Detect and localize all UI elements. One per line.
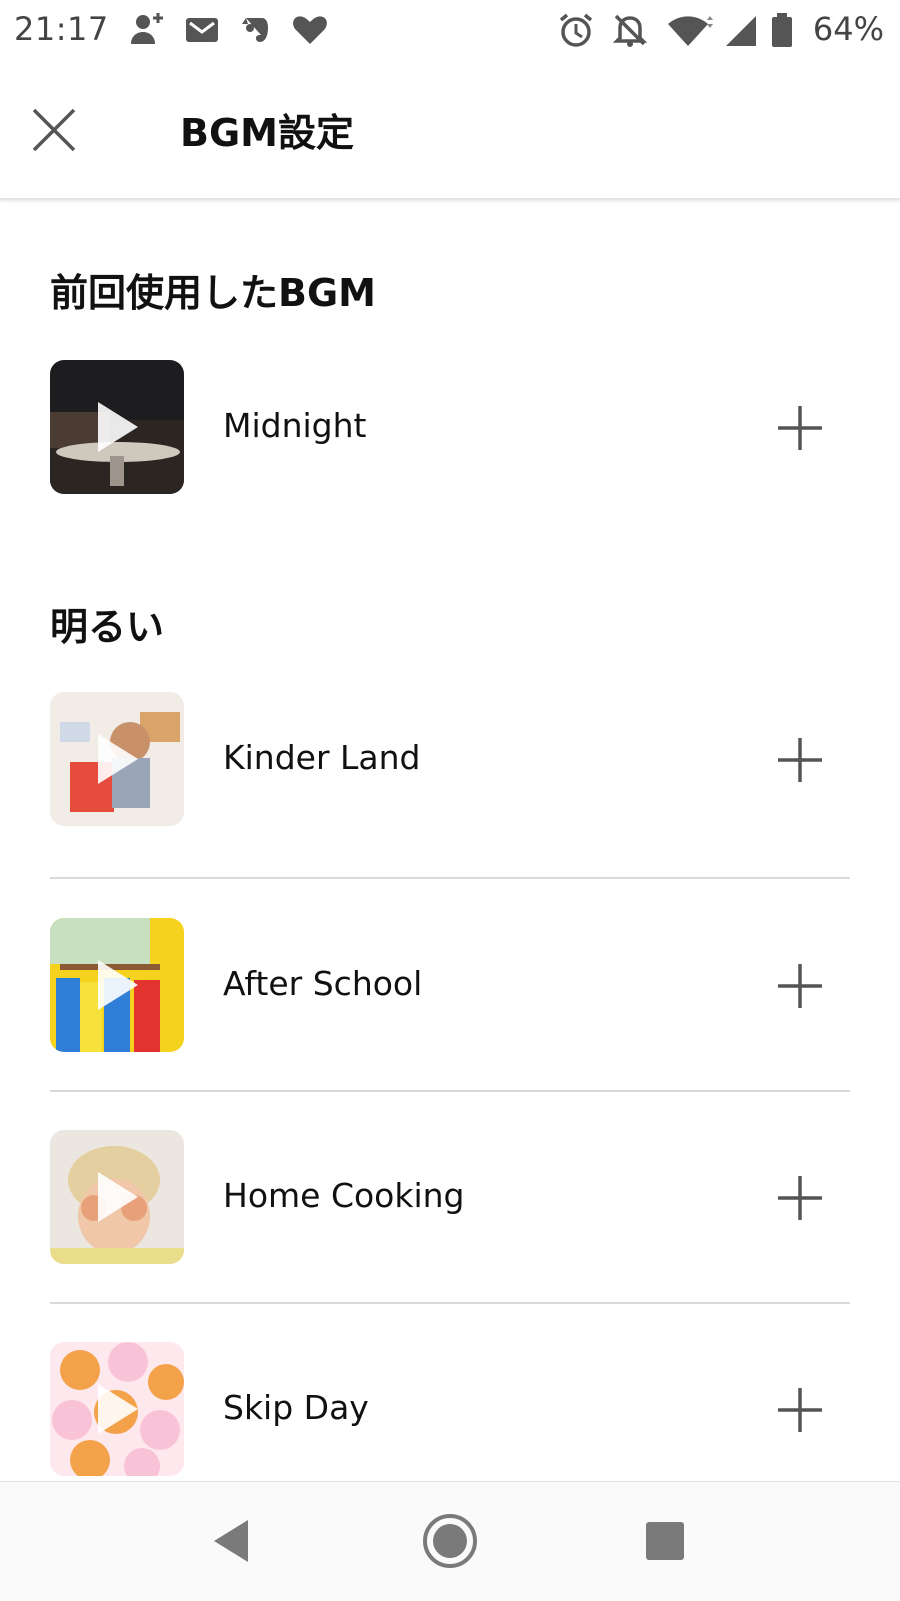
add-person-icon	[128, 10, 168, 50]
track-row-skip-day[interactable]: Skip Day	[50, 1342, 850, 1476]
page-title: BGM設定	[180, 111, 354, 155]
status-bar: 21:17 64%	[0, 0, 900, 62]
track-name: Kinder Land	[223, 738, 421, 777]
back-icon	[214, 1520, 248, 1562]
plus-icon	[778, 406, 822, 450]
alarm-icon	[556, 10, 596, 50]
plus-icon	[778, 1388, 822, 1432]
track-name: Midnight	[223, 406, 367, 445]
track-row-midnight[interactable]: Midnight	[50, 360, 850, 494]
back-button[interactable]	[200, 1506, 270, 1576]
battery-icon	[768, 10, 796, 50]
track-row-after-school[interactable]: After School	[50, 918, 850, 1052]
heart-icon	[290, 10, 330, 50]
divider	[50, 1090, 850, 1092]
section-title-bright: 明るい	[50, 605, 165, 649]
track-thumbnail	[50, 1342, 184, 1476]
track-row-home-cooking[interactable]: Home Cooking	[50, 1130, 850, 1264]
bell-off-icon	[610, 10, 650, 50]
app-header: BGM設定	[0, 62, 900, 199]
plus-icon	[778, 1176, 822, 1220]
track-name: Home Cooking	[223, 1176, 465, 1215]
status-time: 21:17	[14, 10, 109, 48]
signal-icon	[722, 10, 762, 50]
close-icon	[32, 108, 76, 152]
close-button[interactable]	[26, 102, 82, 158]
plus-icon	[778, 738, 822, 782]
track-name: After School	[223, 964, 423, 1003]
track-thumbnail	[50, 1130, 184, 1264]
recents-icon	[646, 1522, 684, 1560]
track-row-kinder-land[interactable]: Kinder Land	[50, 692, 850, 826]
battery-percent: 64%	[812, 10, 884, 48]
add-track-button[interactable]	[772, 732, 828, 788]
evernote-icon	[236, 10, 276, 50]
track-thumbnail	[50, 918, 184, 1052]
gmail-icon	[182, 10, 222, 50]
divider	[50, 1302, 850, 1304]
plus-icon	[778, 964, 822, 1008]
add-track-button[interactable]	[772, 1382, 828, 1438]
home-button[interactable]	[415, 1506, 485, 1576]
track-thumbnail	[50, 692, 184, 826]
track-name: Skip Day	[223, 1388, 369, 1427]
track-thumbnail	[50, 360, 184, 494]
add-track-button[interactable]	[772, 1170, 828, 1226]
add-track-button[interactable]	[772, 400, 828, 456]
home-icon	[423, 1514, 477, 1568]
wifi-icon	[666, 10, 716, 50]
section-title-recent: 前回使用したBGM	[50, 271, 376, 315]
divider	[50, 877, 850, 879]
add-track-button[interactable]	[772, 958, 828, 1014]
recents-button[interactable]	[630, 1506, 700, 1576]
navigation-bar	[0, 1481, 900, 1601]
